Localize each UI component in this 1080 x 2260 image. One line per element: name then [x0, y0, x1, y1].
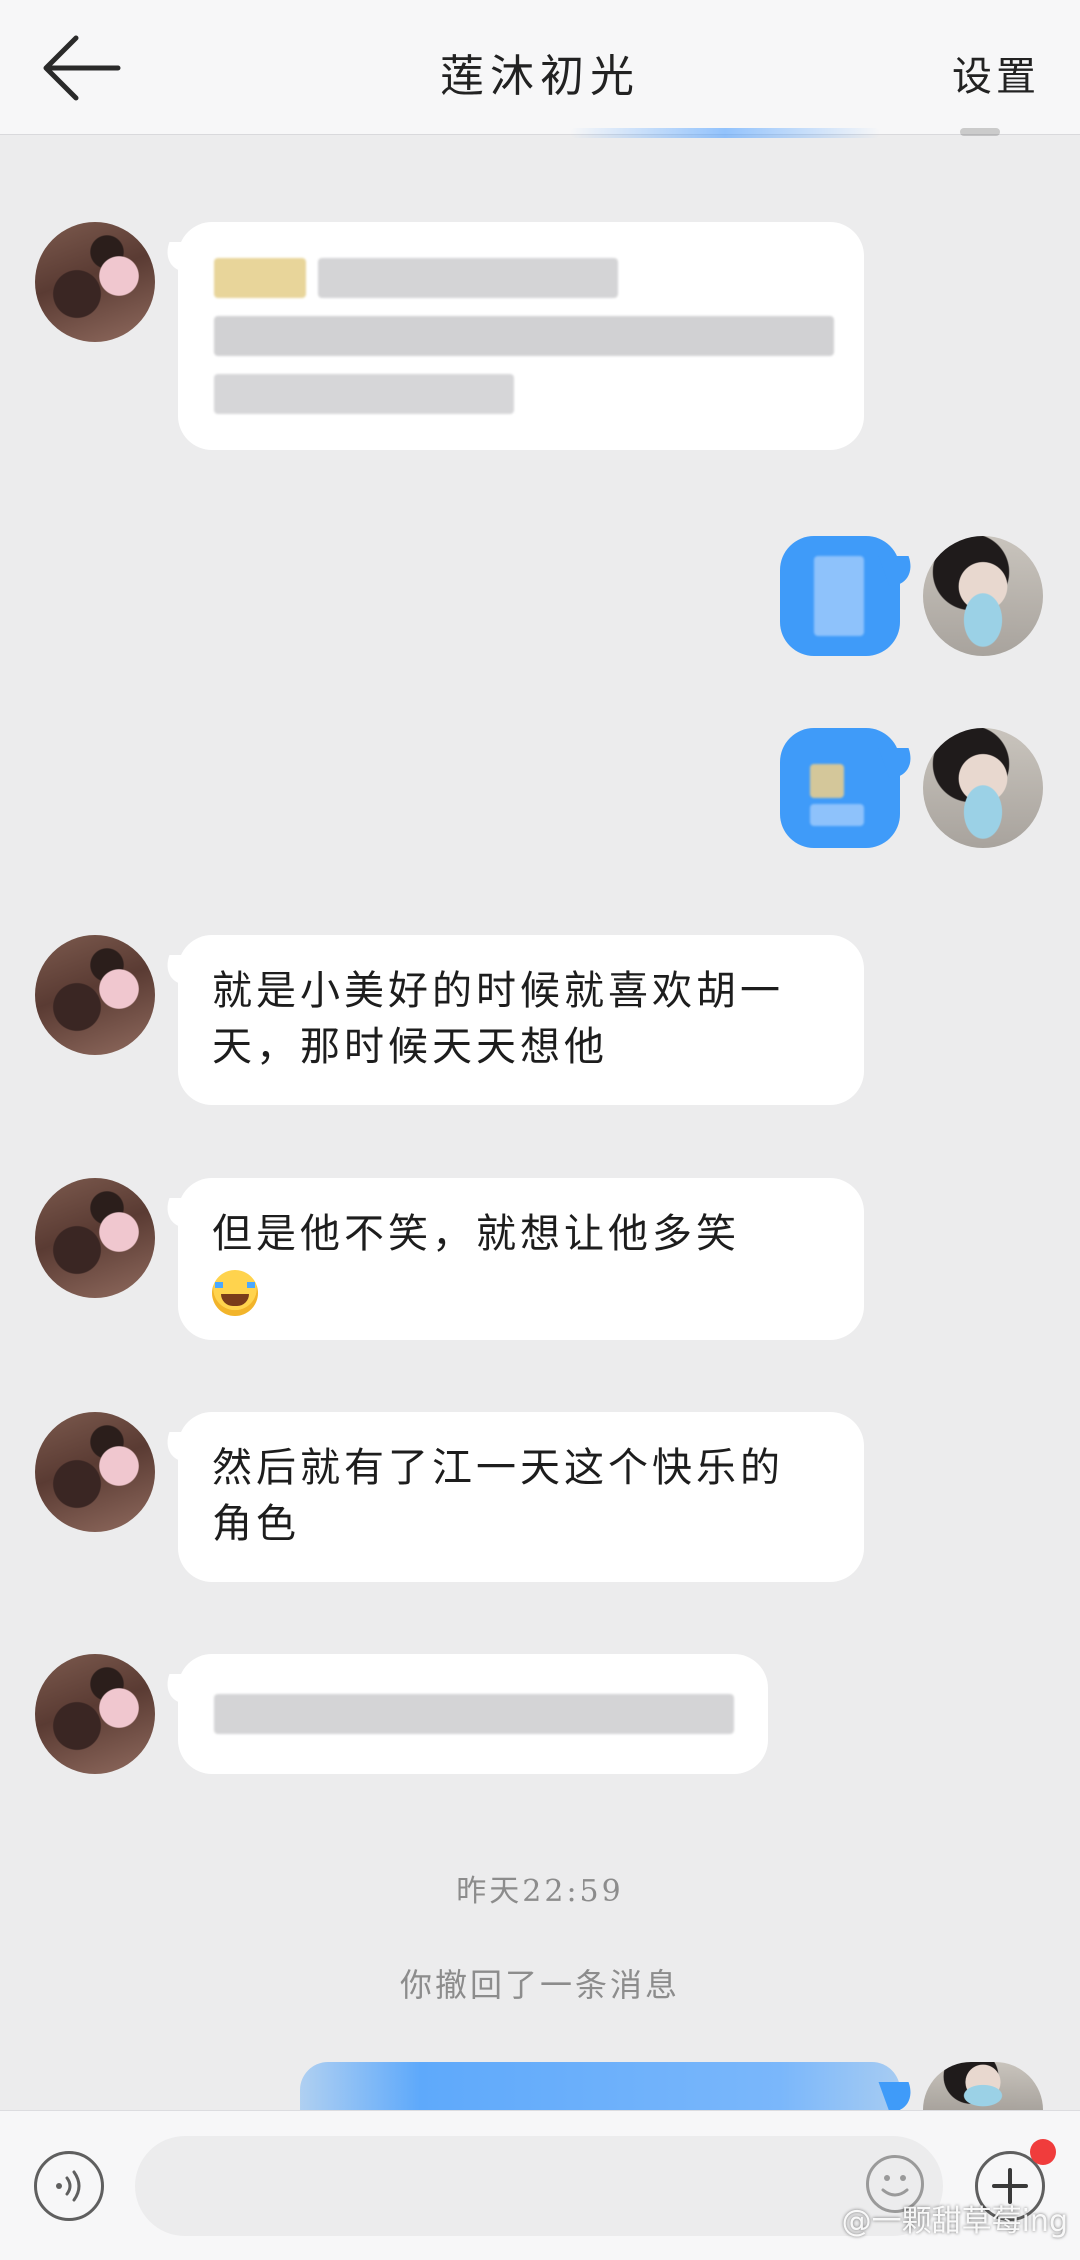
notification-badge: [1030, 2139, 1056, 2165]
my-avatar[interactable]: [923, 536, 1043, 656]
scrolled-avatar-edge: [960, 128, 1000, 136]
own-message-bubble[interactable]: [780, 536, 900, 656]
message-bubble[interactable]: 就是小美好的时候就喜欢胡一 天，那时候天天想他: [178, 935, 864, 1105]
recall-notice: 你撤回了一条消息: [399, 1966, 680, 2004]
contact-avatar[interactable]: [35, 222, 155, 342]
message-text-line: 然后就有了江一天这个快乐的: [212, 1445, 784, 1491]
own-message-bubble[interactable]: [780, 728, 900, 848]
chat-header: 莲沐初光 设置: [0, 0, 1080, 135]
redacted-text: [318, 258, 618, 298]
message-text-line: 就是小美好的时候就喜欢胡一: [212, 968, 784, 1014]
redacted-text: [214, 1694, 734, 1734]
voice-button[interactable]: [34, 2151, 104, 2221]
redacted-text: [814, 556, 864, 636]
contact-avatar[interactable]: [35, 1654, 155, 1774]
message-bubble-redacted[interactable]: [178, 1654, 768, 1774]
settings-button[interactable]: 设置: [952, 44, 1040, 102]
voice-icon: [56, 2170, 81, 2202]
message-bubble-redacted[interactable]: [178, 222, 864, 450]
message-text-line: 天，那时候天天想他: [212, 1024, 608, 1070]
message-text-line: 角色: [212, 1501, 300, 1547]
redacted-text: [810, 764, 844, 798]
message-input[interactable]: [135, 2136, 943, 2236]
my-avatar[interactable]: [923, 2062, 1043, 2110]
contact-avatar[interactable]: [35, 935, 155, 1055]
message-bubble[interactable]: 但是他不笑，就想让他多笑: [178, 1178, 864, 1340]
scrolled-message-edge: [570, 128, 880, 138]
redacted-text: [810, 804, 864, 826]
tears-of-joy-emoji: [212, 1270, 258, 1316]
redacted-text: [214, 374, 514, 414]
message-bubble[interactable]: 然后就有了江一天这个快乐的 角色: [178, 1412, 864, 1582]
message-text-line: 但是他不笑，就想让他多笑: [212, 1211, 740, 1257]
contact-avatar[interactable]: [35, 1178, 155, 1298]
watermark: @一颗甜草莓ing: [841, 2204, 1068, 2239]
chat-title: 莲沐初光: [440, 51, 640, 102]
message-timestamp: 昨天22:59: [456, 1874, 624, 1909]
redacted-text: [214, 258, 306, 298]
contact-avatar[interactable]: [35, 1412, 155, 1532]
my-avatar[interactable]: [923, 728, 1043, 848]
redacted-text: [214, 316, 834, 356]
